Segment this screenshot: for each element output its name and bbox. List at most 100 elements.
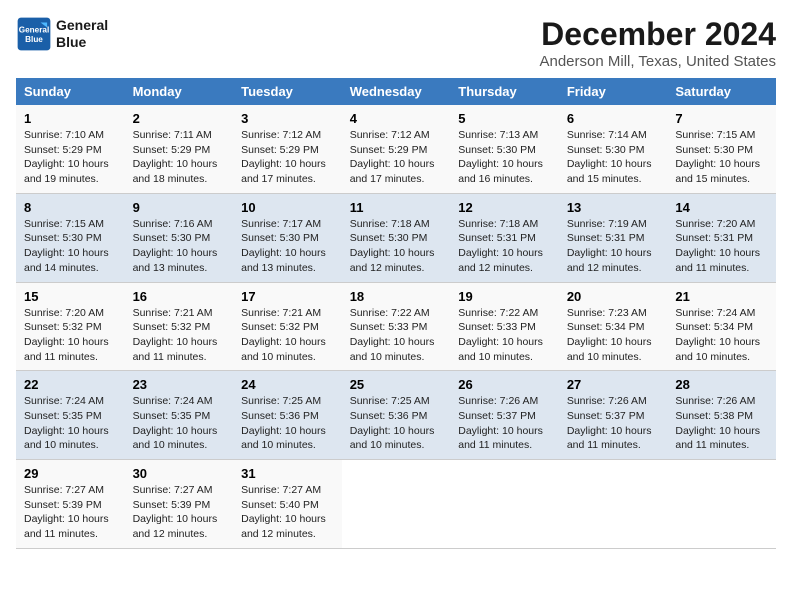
day-number: 22 bbox=[24, 377, 117, 392]
day-info: Sunrise: 7:27 AMSunset: 5:39 PMDaylight:… bbox=[24, 484, 109, 540]
day-info: Sunrise: 7:24 AMSunset: 5:34 PMDaylight:… bbox=[675, 307, 760, 363]
calendar-cell: 27 Sunrise: 7:26 AMSunset: 5:37 PMDaylig… bbox=[559, 371, 668, 460]
day-info: Sunrise: 7:10 AMSunset: 5:29 PMDaylight:… bbox=[24, 129, 109, 185]
logo-text-line2: Blue bbox=[56, 34, 108, 51]
week-row: 29 Sunrise: 7:27 AMSunset: 5:39 PMDaylig… bbox=[16, 460, 776, 549]
week-row: 8 Sunrise: 7:15 AMSunset: 5:30 PMDayligh… bbox=[16, 193, 776, 282]
day-number: 24 bbox=[241, 377, 334, 392]
calendar-cell: 1 Sunrise: 7:10 AMSunset: 5:29 PMDayligh… bbox=[16, 105, 125, 193]
calendar-cell bbox=[450, 460, 559, 549]
day-number: 13 bbox=[567, 200, 660, 215]
day-number: 8 bbox=[24, 200, 117, 215]
day-info: Sunrise: 7:25 AMSunset: 5:36 PMDaylight:… bbox=[241, 395, 326, 451]
day-number: 21 bbox=[675, 289, 768, 304]
calendar-cell bbox=[342, 460, 451, 549]
col-sunday: Sunday bbox=[16, 78, 125, 105]
day-number: 5 bbox=[458, 111, 551, 126]
calendar-cell: 18 Sunrise: 7:22 AMSunset: 5:33 PMDaylig… bbox=[342, 282, 451, 371]
calendar-cell bbox=[559, 460, 668, 549]
day-info: Sunrise: 7:24 AMSunset: 5:35 PMDaylight:… bbox=[24, 395, 109, 451]
calendar-cell: 9 Sunrise: 7:16 AMSunset: 5:30 PMDayligh… bbox=[125, 193, 234, 282]
day-info: Sunrise: 7:21 AMSunset: 5:32 PMDaylight:… bbox=[241, 307, 326, 363]
calendar-cell: 13 Sunrise: 7:19 AMSunset: 5:31 PMDaylig… bbox=[559, 193, 668, 282]
logo-text-line1: General bbox=[56, 17, 108, 34]
day-info: Sunrise: 7:19 AMSunset: 5:31 PMDaylight:… bbox=[567, 218, 652, 274]
day-number: 18 bbox=[350, 289, 443, 304]
day-number: 15 bbox=[24, 289, 117, 304]
calendar-cell: 8 Sunrise: 7:15 AMSunset: 5:30 PMDayligh… bbox=[16, 193, 125, 282]
day-info: Sunrise: 7:17 AMSunset: 5:30 PMDaylight:… bbox=[241, 218, 326, 274]
day-number: 28 bbox=[675, 377, 768, 392]
day-info: Sunrise: 7:15 AMSunset: 5:30 PMDaylight:… bbox=[675, 129, 760, 185]
day-number: 10 bbox=[241, 200, 334, 215]
svg-text:Blue: Blue bbox=[25, 35, 43, 44]
day-number: 6 bbox=[567, 111, 660, 126]
calendar-cell: 14 Sunrise: 7:20 AMSunset: 5:31 PMDaylig… bbox=[667, 193, 776, 282]
calendar-cell: 17 Sunrise: 7:21 AMSunset: 5:32 PMDaylig… bbox=[233, 282, 342, 371]
calendar-cell: 2 Sunrise: 7:11 AMSunset: 5:29 PMDayligh… bbox=[125, 105, 234, 193]
svg-text:General: General bbox=[19, 25, 49, 34]
col-monday: Monday bbox=[125, 78, 234, 105]
day-info: Sunrise: 7:26 AMSunset: 5:37 PMDaylight:… bbox=[567, 395, 652, 451]
day-number: 9 bbox=[133, 200, 226, 215]
title-area: December 2024 Anderson Mill, Texas, Unit… bbox=[539, 16, 776, 70]
day-info: Sunrise: 7:26 AMSunset: 5:38 PMDaylight:… bbox=[675, 395, 760, 451]
day-info: Sunrise: 7:24 AMSunset: 5:35 PMDaylight:… bbox=[133, 395, 218, 451]
calendar-cell: 10 Sunrise: 7:17 AMSunset: 5:30 PMDaylig… bbox=[233, 193, 342, 282]
week-row: 1 Sunrise: 7:10 AMSunset: 5:29 PMDayligh… bbox=[16, 105, 776, 193]
calendar-cell: 7 Sunrise: 7:15 AMSunset: 5:30 PMDayligh… bbox=[667, 105, 776, 193]
day-info: Sunrise: 7:18 AMSunset: 5:30 PMDaylight:… bbox=[350, 218, 435, 274]
day-info: Sunrise: 7:15 AMSunset: 5:30 PMDaylight:… bbox=[24, 218, 109, 274]
calendar-cell bbox=[667, 460, 776, 549]
week-row: 15 Sunrise: 7:20 AMSunset: 5:32 PMDaylig… bbox=[16, 282, 776, 371]
calendar-cell: 19 Sunrise: 7:22 AMSunset: 5:33 PMDaylig… bbox=[450, 282, 559, 371]
day-number: 12 bbox=[458, 200, 551, 215]
day-info: Sunrise: 7:22 AMSunset: 5:33 PMDaylight:… bbox=[350, 307, 435, 363]
calendar-cell: 11 Sunrise: 7:18 AMSunset: 5:30 PMDaylig… bbox=[342, 193, 451, 282]
calendar-cell: 16 Sunrise: 7:21 AMSunset: 5:32 PMDaylig… bbox=[125, 282, 234, 371]
day-info: Sunrise: 7:16 AMSunset: 5:30 PMDaylight:… bbox=[133, 218, 218, 274]
calendar-cell: 29 Sunrise: 7:27 AMSunset: 5:39 PMDaylig… bbox=[16, 460, 125, 549]
calendar-cell: 24 Sunrise: 7:25 AMSunset: 5:36 PMDaylig… bbox=[233, 371, 342, 460]
day-info: Sunrise: 7:12 AMSunset: 5:29 PMDaylight:… bbox=[241, 129, 326, 185]
day-number: 30 bbox=[133, 466, 226, 481]
day-number: 4 bbox=[350, 111, 443, 126]
day-number: 29 bbox=[24, 466, 117, 481]
day-number: 2 bbox=[133, 111, 226, 126]
week-row: 22 Sunrise: 7:24 AMSunset: 5:35 PMDaylig… bbox=[16, 371, 776, 460]
calendar-cell: 30 Sunrise: 7:27 AMSunset: 5:39 PMDaylig… bbox=[125, 460, 234, 549]
day-info: Sunrise: 7:26 AMSunset: 5:37 PMDaylight:… bbox=[458, 395, 543, 451]
day-info: Sunrise: 7:25 AMSunset: 5:36 PMDaylight:… bbox=[350, 395, 435, 451]
day-number: 11 bbox=[350, 200, 443, 215]
day-number: 27 bbox=[567, 377, 660, 392]
day-info: Sunrise: 7:11 AMSunset: 5:29 PMDaylight:… bbox=[133, 129, 218, 185]
day-info: Sunrise: 7:18 AMSunset: 5:31 PMDaylight:… bbox=[458, 218, 543, 274]
location-title: Anderson Mill, Texas, United States bbox=[539, 53, 776, 70]
calendar-header-row: Sunday Monday Tuesday Wednesday Thursday… bbox=[16, 78, 776, 105]
month-title: December 2024 bbox=[539, 16, 776, 53]
calendar-cell: 12 Sunrise: 7:18 AMSunset: 5:31 PMDaylig… bbox=[450, 193, 559, 282]
day-number: 3 bbox=[241, 111, 334, 126]
day-number: 31 bbox=[241, 466, 334, 481]
col-thursday: Thursday bbox=[450, 78, 559, 105]
calendar-cell: 31 Sunrise: 7:27 AMSunset: 5:40 PMDaylig… bbox=[233, 460, 342, 549]
col-saturday: Saturday bbox=[667, 78, 776, 105]
day-info: Sunrise: 7:23 AMSunset: 5:34 PMDaylight:… bbox=[567, 307, 652, 363]
calendar-cell: 3 Sunrise: 7:12 AMSunset: 5:29 PMDayligh… bbox=[233, 105, 342, 193]
day-number: 17 bbox=[241, 289, 334, 304]
col-tuesday: Tuesday bbox=[233, 78, 342, 105]
calendar-cell: 23 Sunrise: 7:24 AMSunset: 5:35 PMDaylig… bbox=[125, 371, 234, 460]
calendar-cell: 5 Sunrise: 7:13 AMSunset: 5:30 PMDayligh… bbox=[450, 105, 559, 193]
day-number: 19 bbox=[458, 289, 551, 304]
page-header: General Blue General Blue December 2024 … bbox=[16, 16, 776, 70]
calendar-cell: 15 Sunrise: 7:20 AMSunset: 5:32 PMDaylig… bbox=[16, 282, 125, 371]
day-number: 26 bbox=[458, 377, 551, 392]
day-number: 25 bbox=[350, 377, 443, 392]
calendar-cell: 28 Sunrise: 7:26 AMSunset: 5:38 PMDaylig… bbox=[667, 371, 776, 460]
col-friday: Friday bbox=[559, 78, 668, 105]
day-info: Sunrise: 7:14 AMSunset: 5:30 PMDaylight:… bbox=[567, 129, 652, 185]
day-info: Sunrise: 7:20 AMSunset: 5:31 PMDaylight:… bbox=[675, 218, 760, 274]
calendar-cell: 20 Sunrise: 7:23 AMSunset: 5:34 PMDaylig… bbox=[559, 282, 668, 371]
day-info: Sunrise: 7:22 AMSunset: 5:33 PMDaylight:… bbox=[458, 307, 543, 363]
day-info: Sunrise: 7:27 AMSunset: 5:39 PMDaylight:… bbox=[133, 484, 218, 540]
